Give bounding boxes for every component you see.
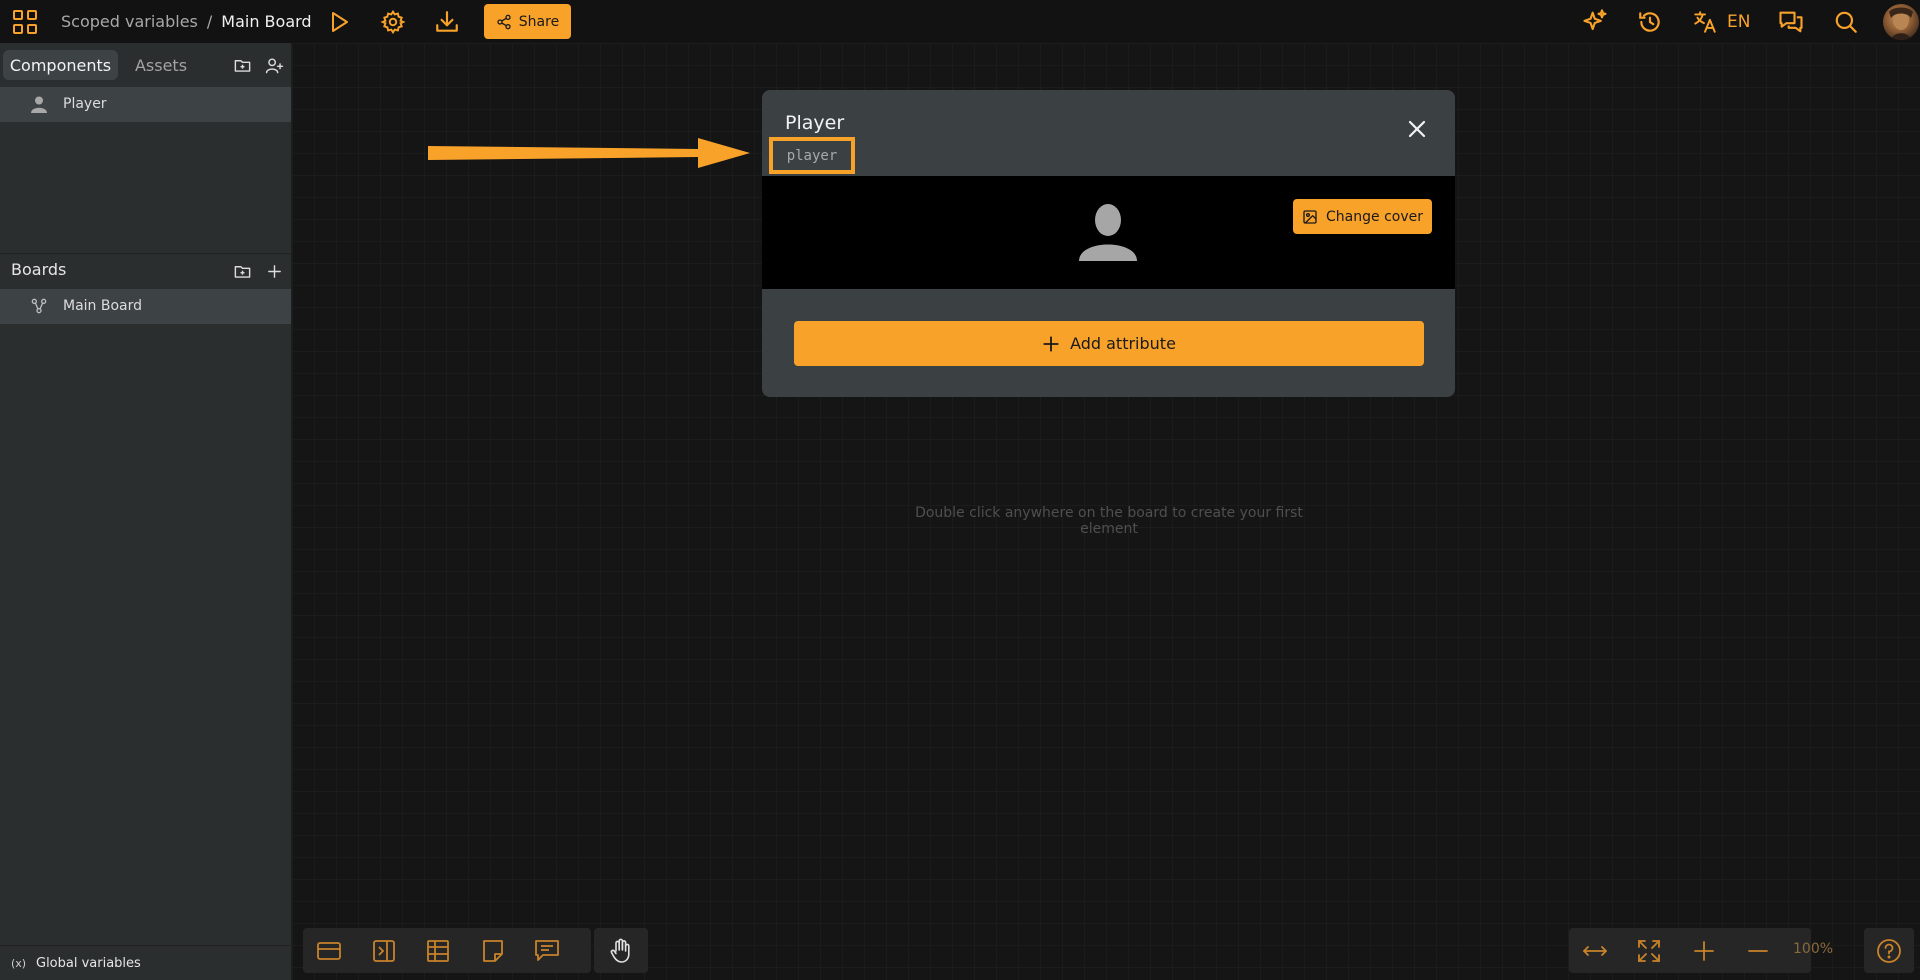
chat-icon[interactable]: [1774, 5, 1808, 39]
global-variables-button[interactable]: (x) Global variables: [0, 945, 292, 980]
change-cover-button[interactable]: Change cover: [1293, 199, 1432, 234]
hand-icon[interactable]: [607, 937, 635, 965]
add-component-icon[interactable]: [263, 54, 285, 76]
help-group: [1864, 928, 1914, 973]
download-icon[interactable]: [430, 5, 464, 39]
top-bar: Scoped variables / Main Board Share EN: [0, 0, 1920, 43]
fullscreen-icon[interactable]: [1635, 937, 1663, 965]
share-label: Share: [518, 13, 560, 30]
close-icon[interactable]: [1402, 114, 1432, 144]
card-icon[interactable]: [315, 937, 343, 965]
boards-heading: Boards: [11, 260, 67, 279]
note-icon[interactable]: [479, 937, 507, 965]
zoom-toolbar: [1569, 928, 1811, 973]
component-code-highlight: player: [769, 137, 855, 174]
zoom-in-icon[interactable]: [1690, 937, 1718, 965]
new-board-folder-icon[interactable]: [231, 260, 253, 282]
play-icon[interactable]: [322, 5, 356, 39]
image-icon: [1302, 209, 1318, 225]
breadcrumb: Scoped variables / Main Board: [61, 12, 312, 31]
component-item-player[interactable]: Player: [0, 87, 291, 122]
component-modal: Player player Change cover Add attribute: [762, 90, 1455, 397]
component-item-label: Player: [63, 96, 107, 112]
plus-icon: [1042, 335, 1060, 353]
global-variables-label: Global variables: [36, 956, 141, 971]
share-icon: [496, 14, 512, 30]
sidebar: Components Assets Player Boards Main Boa…: [0, 43, 292, 980]
apps-grid-icon[interactable]: [8, 5, 42, 39]
user-avatar[interactable]: [1883, 4, 1919, 40]
hand-tool-group: [594, 928, 648, 973]
sparkles-icon[interactable]: [1578, 5, 1612, 39]
modal-title: Player: [785, 112, 845, 134]
annotation-arrow: [428, 136, 752, 170]
translate-icon[interactable]: [1688, 5, 1722, 39]
add-board-icon[interactable]: [263, 260, 285, 282]
help-icon[interactable]: [1875, 937, 1903, 965]
fit-width-icon[interactable]: [1581, 937, 1609, 965]
board-item-main-board[interactable]: Main Board: [0, 289, 291, 324]
add-attribute-button[interactable]: Add attribute: [794, 321, 1424, 366]
element-toolbar: [303, 928, 591, 973]
language-selector[interactable]: EN: [1727, 12, 1750, 32]
tab-components[interactable]: Components: [3, 50, 118, 80]
default-avatar-icon: [1077, 203, 1139, 261]
cover-area: Change cover: [762, 176, 1455, 289]
board-tree-icon: [31, 298, 47, 314]
sidebar-panel-icon[interactable]: [370, 937, 398, 965]
breadcrumb-project[interactable]: Scoped variables: [61, 12, 198, 31]
person-icon: [31, 96, 47, 113]
zoom-out-icon[interactable]: [1744, 937, 1772, 965]
comment-icon[interactable]: [533, 937, 561, 965]
gear-icon[interactable]: [376, 5, 410, 39]
empty-board-hint: Double click anywhere on the board to cr…: [915, 505, 1303, 537]
zoom-level[interactable]: 100%: [1793, 941, 1833, 957]
share-button[interactable]: Share: [484, 4, 571, 39]
tab-assets[interactable]: Assets: [130, 50, 192, 80]
variable-icon: (x): [11, 957, 27, 970]
table-icon[interactable]: [424, 937, 452, 965]
new-folder-icon[interactable]: [231, 54, 253, 76]
sidebar-divider: [0, 253, 292, 254]
search-icon[interactable]: [1829, 5, 1863, 39]
change-cover-label: Change cover: [1326, 208, 1423, 225]
history-icon[interactable]: [1633, 5, 1667, 39]
breadcrumb-board[interactable]: Main Board: [221, 12, 311, 31]
board-item-label: Main Board: [63, 298, 143, 314]
component-code[interactable]: player: [787, 148, 838, 164]
breadcrumb-separator: /: [206, 12, 213, 31]
add-attribute-label: Add attribute: [1070, 334, 1176, 353]
